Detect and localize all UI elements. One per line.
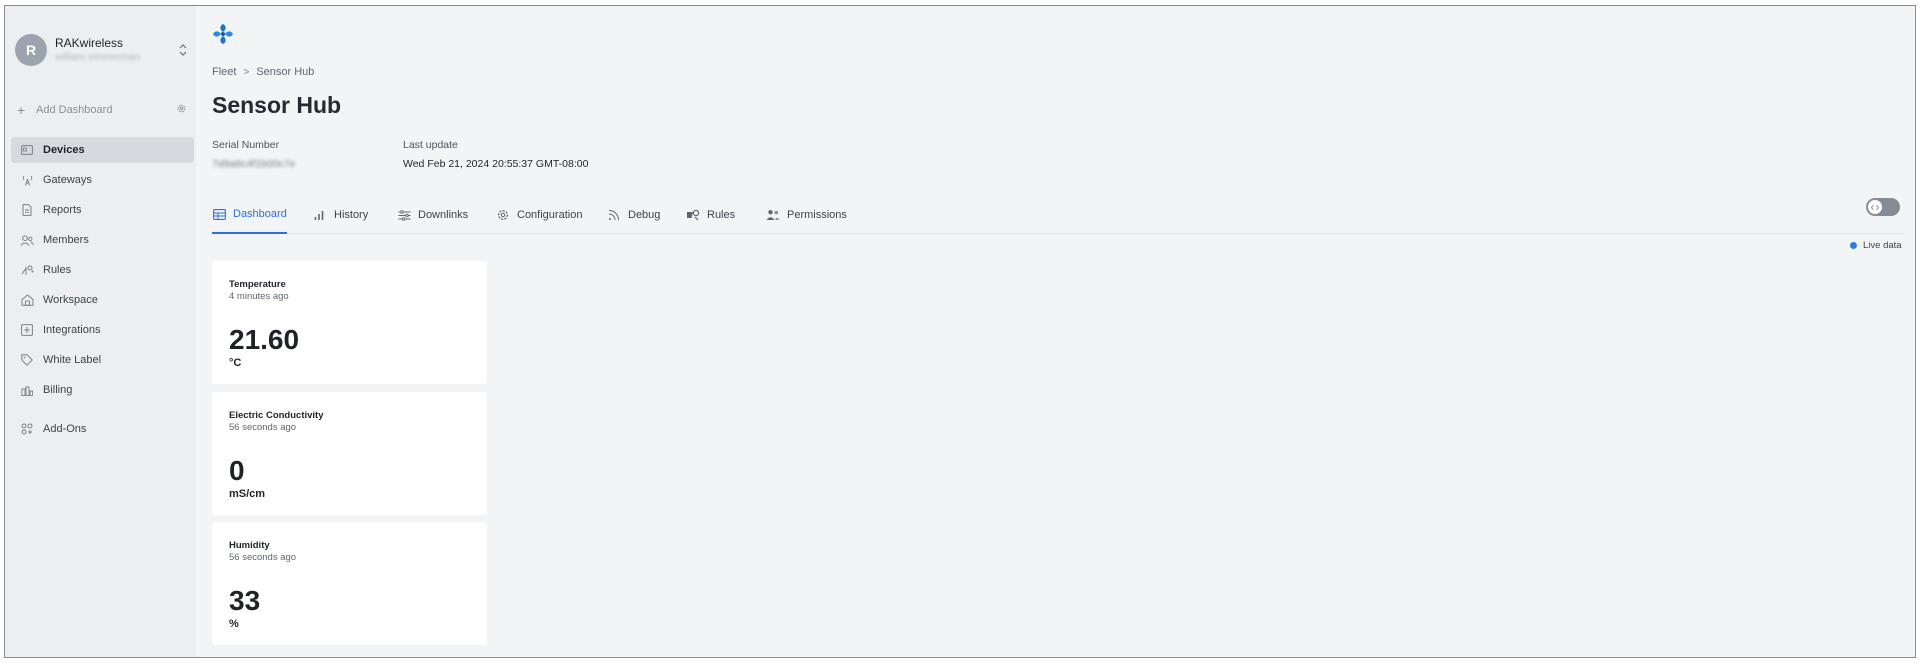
sidebar-item-label: Gateways	[43, 174, 92, 186]
sidebar-item-devices[interactable]: Devices	[11, 137, 194, 163]
developer-mode-toggle[interactable]	[1866, 198, 1900, 216]
widget-title: Humidity	[229, 540, 270, 551]
sidebar-item-label: White Label	[43, 354, 102, 366]
gear-icon	[496, 208, 510, 222]
sidebar-item-reports[interactable]: Reports	[11, 197, 194, 223]
tab-label: Permissions	[787, 209, 847, 221]
widget-title: Temperature	[229, 279, 286, 290]
sidebar: R RAKwireless william simmerman + Add Da…	[5, 6, 196, 657]
live-dot-icon	[1850, 242, 1857, 249]
integrations-icon	[20, 323, 34, 337]
sidebar-item-integrations[interactable]: Integrations	[11, 317, 194, 343]
sidebar-item-label: Workspace	[43, 294, 98, 306]
sidebar-item-gateways[interactable]: Gateways	[11, 167, 194, 193]
sidebar-item-label: Integrations	[43, 324, 101, 336]
tag-icon	[20, 353, 34, 367]
tab-label: Configuration	[517, 209, 583, 221]
org-user: william simmerman	[55, 52, 141, 63]
sidebar-item-label: Devices	[43, 144, 85, 156]
chevron-right-icon: >	[243, 66, 250, 78]
widget-unit: %	[229, 618, 239, 630]
sidebar-item-billing[interactable]: Billing	[11, 377, 194, 403]
tab-debug[interactable]: Debug	[607, 196, 660, 234]
tab-label: Rules	[707, 209, 736, 221]
serial-number-block: Serial Number 7d9a8c4f1b00c7e	[212, 138, 296, 172]
sidebar-item-workspace[interactable]: Workspace	[11, 287, 194, 313]
serial-number-value: 7d9a8c4f1b00c7e	[212, 158, 296, 170]
breadcrumb: Fleet > Sensor Hub	[212, 66, 314, 78]
tab-label: Debug	[628, 209, 661, 221]
plus-icon: +	[17, 102, 26, 118]
members-icon	[20, 233, 34, 247]
avatar: R	[15, 34, 47, 66]
last-update-value: Wed Feb 21, 2024 20:55:37 GMT-08:00	[403, 158, 589, 170]
devices-icon	[20, 143, 34, 157]
widget-timestamp: 4 minutes ago	[229, 291, 289, 302]
widget-title: Electric Conductivity	[229, 410, 324, 421]
sidebar-item-label: Billing	[43, 384, 73, 396]
sidebar-item-white-label[interactable]: White Label	[11, 347, 194, 373]
page-title: Sensor Hub	[212, 92, 342, 118]
sidebar-item-members[interactable]: Members	[11, 227, 194, 253]
brand-logo-icon[interactable]	[212, 23, 234, 45]
history-chart-icon	[313, 208, 327, 222]
main-content: Fleet > Sensor Hub Sensor Hub Serial Num…	[196, 6, 1915, 657]
widget-value: 0	[229, 455, 245, 486]
tab-dashboard[interactable]: Dashboard	[212, 196, 287, 234]
last-update-block: Last update Wed Feb 21, 2024 20:55:37 GM…	[403, 138, 588, 172]
tab-history[interactable]: History	[313, 196, 368, 234]
permissions-icon	[766, 208, 780, 222]
chevron-updown-icon[interactable]	[176, 40, 190, 60]
last-update-label: Last update	[403, 139, 458, 151]
gateway-icon	[20, 173, 34, 187]
sidebar-item-add-ons[interactable]: Add-Ons	[11, 416, 194, 442]
add-dashboard-button[interactable]: + Add Dashboard	[17, 102, 187, 118]
downlinks-sliders-icon	[397, 208, 411, 222]
breadcrumb-fleet-link[interactable]: Fleet	[212, 66, 236, 78]
tab-downlinks[interactable]: Downlinks	[397, 196, 468, 234]
breadcrumb-current: Sensor Hub	[256, 66, 315, 78]
live-data-label: Live data	[1863, 240, 1902, 251]
app-window: R RAKwireless william simmerman + Add Da…	[4, 5, 1916, 658]
tab-rules[interactable]: Rules	[686, 196, 735, 234]
serial-number-label: Serial Number	[212, 139, 280, 151]
widget-value: 21.60	[229, 324, 300, 355]
device-tabs: Dashboard History Downlinks Configuratio…	[212, 196, 1904, 234]
widget-timestamp: 56 seconds ago	[229, 422, 297, 433]
widget-unit: °C	[229, 357, 242, 369]
code-icon	[1868, 200, 1882, 214]
rules-icon	[686, 208, 700, 222]
tab-label: Downlinks	[418, 209, 469, 221]
rules-icon	[20, 263, 34, 277]
tab-label: History	[334, 209, 369, 221]
widget-unit: mS/cm	[229, 488, 266, 500]
widget-timestamp: 56 seconds ago	[229, 552, 297, 563]
org-text: RAKwireless william simmerman	[55, 36, 176, 64]
sidebar-item-label: Rules	[43, 264, 72, 276]
org-name: RAKwireless	[55, 36, 124, 50]
sidebar-item-label: Reports	[43, 204, 82, 216]
add-dashboard-label: Add Dashboard	[36, 104, 113, 116]
sidebar-item-label: Members	[43, 234, 89, 246]
gear-icon[interactable]	[176, 101, 187, 119]
widget-card-temperature[interactable]: Temperature 4 minutes ago 21.60 °C	[212, 261, 487, 384]
tab-configuration[interactable]: Configuration	[496, 196, 582, 234]
sidebar-item-rules[interactable]: Rules	[11, 257, 194, 283]
sidebar-item-label: Add-Ons	[43, 423, 87, 435]
workspace-icon	[20, 293, 34, 307]
signal-icon	[607, 208, 621, 222]
dashboard-icon	[212, 207, 226, 221]
widget-value: 33	[229, 585, 261, 616]
tab-permissions[interactable]: Permissions	[766, 196, 847, 234]
addons-icon	[20, 422, 34, 436]
report-icon	[20, 203, 34, 217]
billing-icon	[20, 383, 34, 397]
widget-card-electric-conductivity[interactable]: Electric Conductivity 56 seconds ago 0 m…	[212, 392, 487, 515]
tab-label: Dashboard	[233, 208, 287, 220]
widget-card-humidity[interactable]: Humidity 56 seconds ago 33 %	[212, 522, 487, 645]
live-data-indicator: Live data	[1850, 240, 1902, 251]
organization-switcher[interactable]: R RAKwireless william simmerman	[15, 32, 190, 68]
